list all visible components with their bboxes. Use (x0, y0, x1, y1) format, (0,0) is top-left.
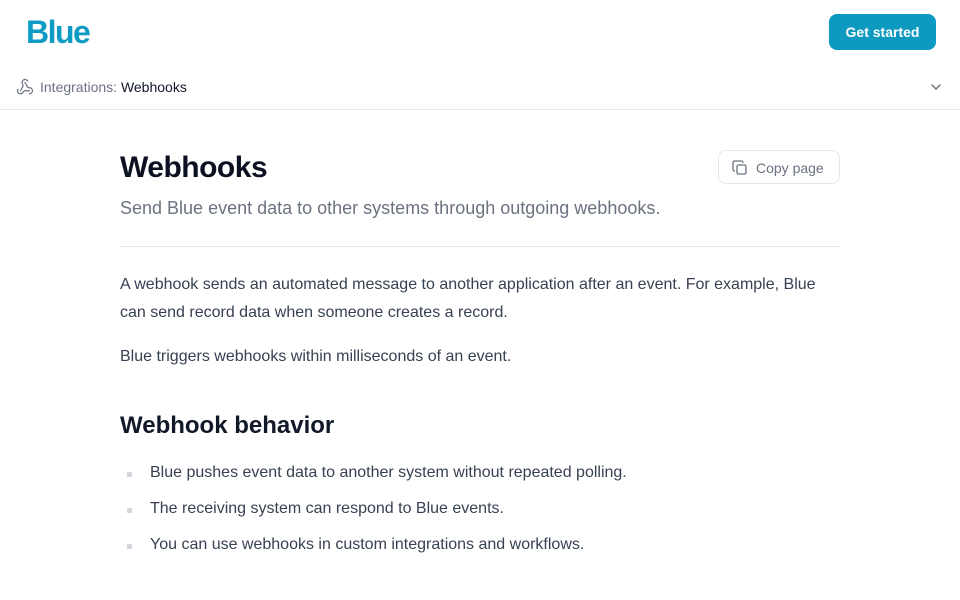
breadcrumb-current-page: Webhooks (120, 79, 187, 95)
page-subtitle: Send Blue event data to other systems th… (120, 198, 661, 218)
webhook-icon (16, 78, 34, 95)
breadcrumb[interactable]: Integrations: Webhooks (0, 64, 960, 110)
blue-logo[interactable]: Blue (26, 13, 91, 51)
list-item-text: You can use webhooks in custom integrati… (150, 536, 585, 553)
copy-page-label: Copy page (756, 160, 824, 176)
behavior-list: Blue pushes event data to another system… (120, 458, 840, 566)
breadcrumb-text: Integrations: Webhooks (40, 78, 187, 96)
breadcrumb-section: Integrations: (40, 79, 121, 95)
list-item-text: The receiving system can respond to Blue… (150, 500, 504, 517)
list-item: Blue pushes event data to another system… (120, 458, 840, 494)
bullet-marker (127, 544, 132, 549)
copy-icon (732, 160, 747, 175)
chevron-down-icon[interactable] (928, 79, 944, 95)
intro-paragraph: A webhook sends an automated message to … (120, 276, 816, 321)
divider (120, 246, 840, 247)
list-item: You can use webhooks in custom integrati… (120, 530, 840, 566)
bullet-marker (127, 508, 132, 513)
top-navigation: Blue Get started (0, 0, 960, 64)
list-item-text: Blue pushes event data to another system… (150, 464, 627, 481)
section-heading: Webhook behavior (120, 412, 335, 439)
list-item: The receiving system can respond to Blue… (120, 494, 840, 530)
copy-page-button[interactable]: Copy page (718, 150, 840, 184)
timing-paragraph: Blue triggers webhooks within millisecon… (120, 348, 512, 365)
get-started-button[interactable]: Get started (829, 14, 936, 50)
bullet-marker (127, 472, 132, 477)
page-title: Webhooks (120, 151, 268, 184)
